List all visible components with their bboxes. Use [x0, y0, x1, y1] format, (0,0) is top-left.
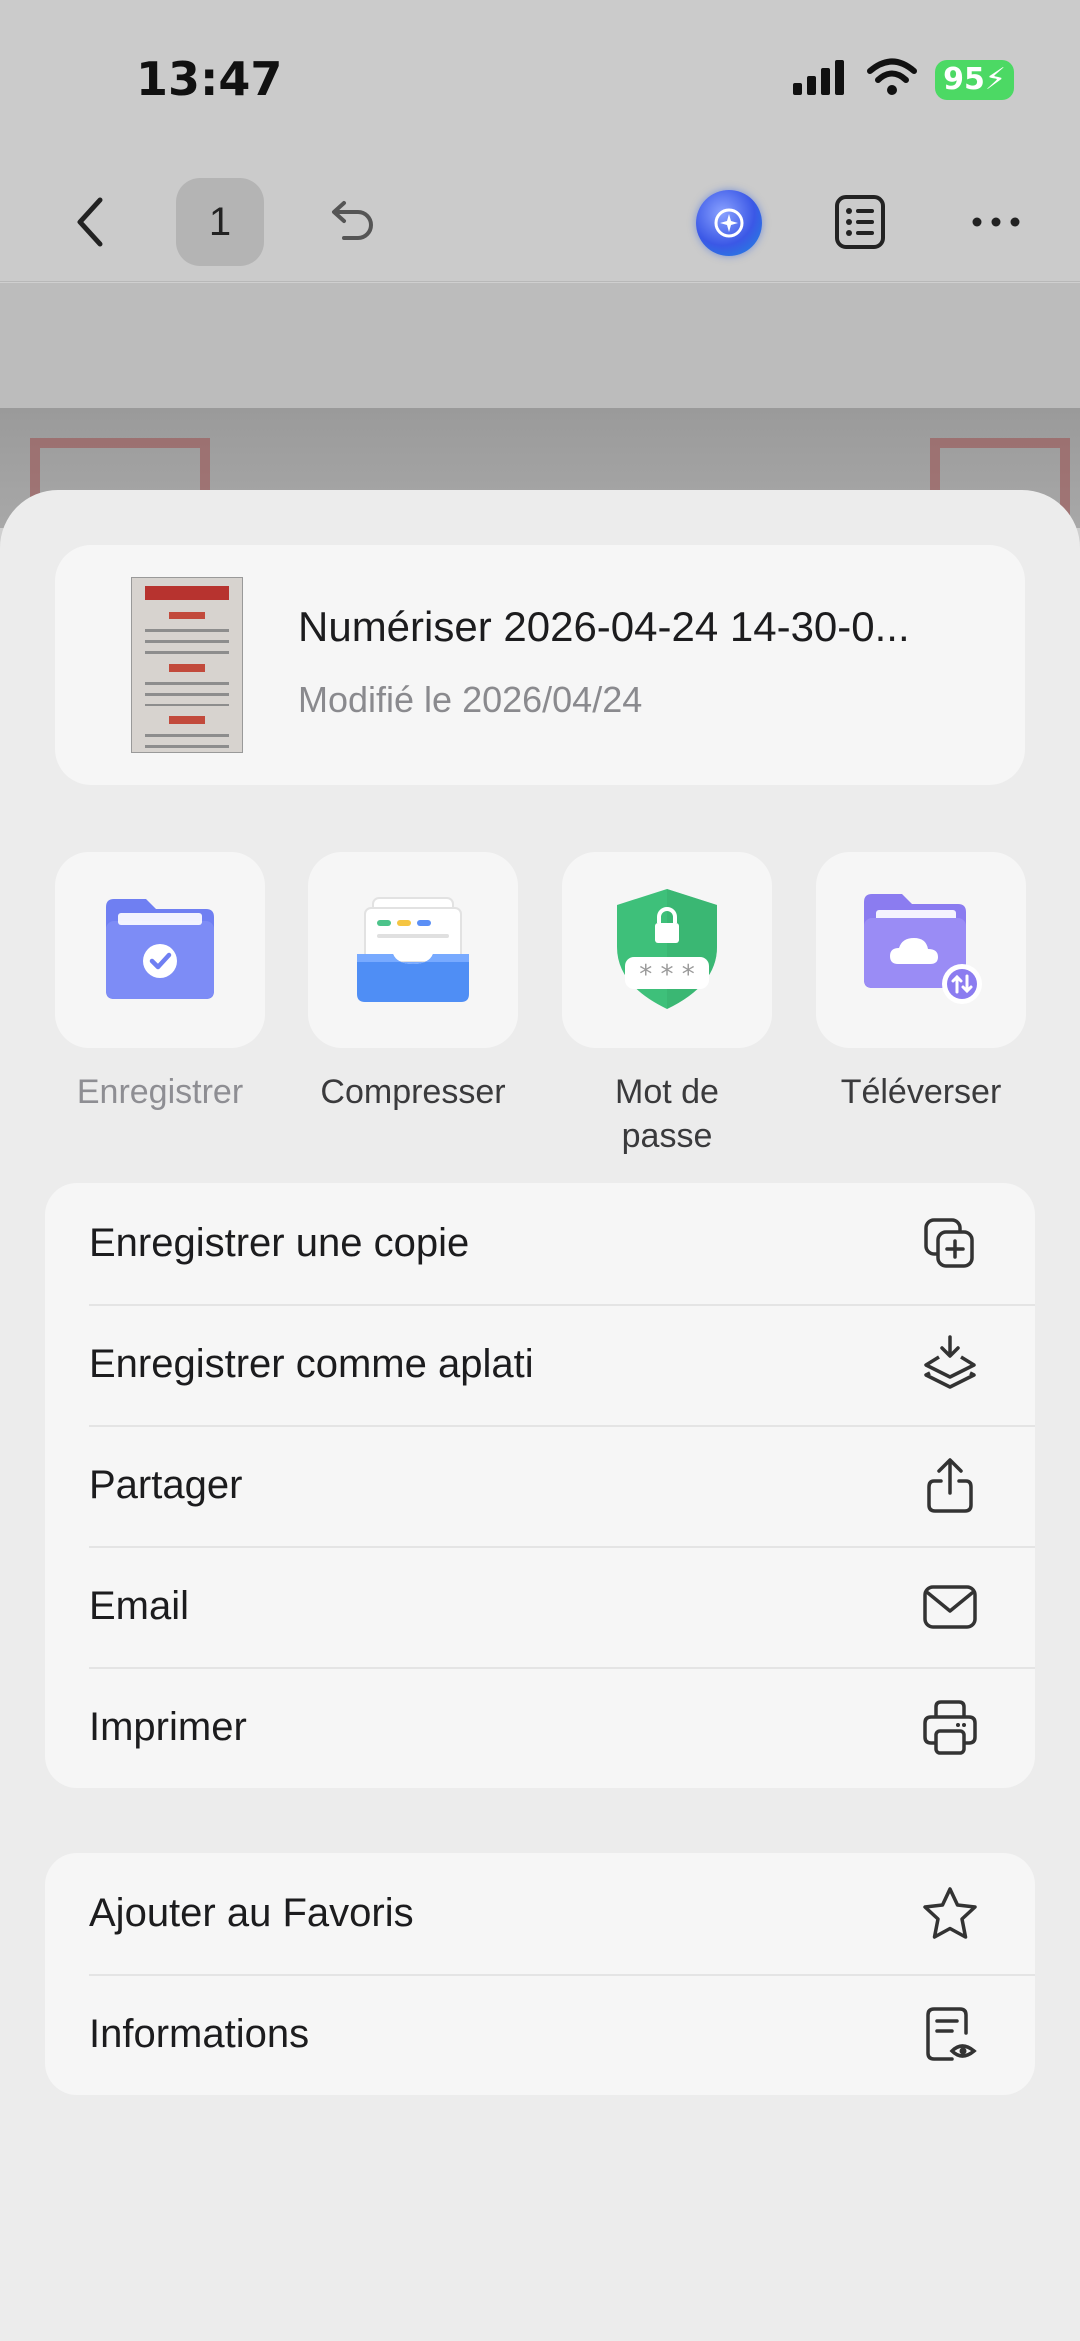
menu-item-label: Ajouter au Favoris [89, 1891, 414, 1935]
quick-action-save[interactable]: Enregistrer [55, 852, 265, 1114]
status-icons: 95⚡ [793, 58, 1014, 101]
share-icon [921, 1457, 979, 1515]
printer-icon [921, 1699, 979, 1757]
undo-icon [332, 201, 373, 240]
share-item[interactable]: Partager [45, 1425, 1035, 1546]
file-name: Numériser 2026-04-24 14-30-0... [298, 603, 910, 650]
quick-action-label: Mot de passe [615, 1073, 719, 1155]
shield-lock-icon: * * * [617, 889, 717, 1009]
document-background [0, 283, 1080, 413]
list-icon [835, 195, 885, 249]
more-button[interactable] [964, 190, 1028, 254]
quick-action-label: Enregistrer [76, 1073, 244, 1111]
chevron-left-icon [77, 197, 103, 247]
flatten-download-icon [921, 1335, 979, 1394]
tray-compress-icon [357, 897, 469, 1002]
menu-item-label: Enregistrer comme aplati [89, 1342, 534, 1386]
file-thumbnail [131, 577, 243, 753]
quick-action-label: Compresser [320, 1073, 506, 1111]
top-toolbar: 1 [0, 160, 1080, 282]
information-item[interactable]: Informations [45, 1974, 1035, 2095]
file-modified-date: Modifié le 2026/04/24 [298, 679, 643, 720]
email-item[interactable]: Email [45, 1546, 1035, 1667]
charging-icon: ⚡ [984, 61, 1006, 97]
wifi-icon [867, 58, 918, 101]
ai-assistant-button[interactable] [696, 190, 762, 256]
outline-button[interactable] [828, 190, 892, 254]
save-tile[interactable] [55, 852, 265, 1048]
print-item[interactable]: Imprimer [45, 1667, 1035, 1788]
star-icon [921, 1885, 979, 1943]
status-bar: 13:47 95⚡ [0, 0, 1080, 160]
page-number-button[interactable]: 1 [176, 178, 264, 266]
more-dots-icon [972, 217, 1020, 227]
menu-group-extras: Ajouter au Favoris Informations [45, 1853, 1035, 2095]
quick-action-label: Téléverser [840, 1073, 1002, 1111]
battery-indicator: 95⚡ [935, 59, 1014, 100]
quick-action-compress[interactable]: Compresser [308, 852, 518, 1114]
quick-action-password[interactable]: * * * Mot de passe [562, 852, 772, 1158]
quick-action-upload[interactable]: Téléverser [816, 852, 1026, 1114]
folder-check-icon [106, 899, 214, 999]
mail-icon [921, 1578, 979, 1636]
menu-group-file-actions: Enregistrer une copie Enregistrer comme … [45, 1183, 1035, 1788]
action-sheet: Numériser 2026-04-24 14-30-0... Modifié … [0, 490, 1080, 2341]
copy-plus-icon [921, 1215, 979, 1273]
menu-item-label: Email [89, 1584, 190, 1628]
save-copy-item[interactable]: Enregistrer une copie [45, 1183, 1035, 1304]
menu-item-label: Imprimer [89, 1705, 247, 1749]
back-button[interactable] [58, 190, 122, 254]
menu-item-label: Partager [89, 1463, 243, 1507]
ai-sparkle-icon [714, 208, 744, 238]
status-time: 13:47 [136, 52, 283, 106]
signal-icon [793, 59, 849, 100]
save-flattened-item[interactable]: Enregistrer comme aplati [45, 1304, 1035, 1425]
doc-info-icon [921, 2006, 979, 2064]
file-info-card: Numériser 2026-04-24 14-30-0... Modifié … [55, 545, 1025, 785]
add-favorite-item[interactable]: Ajouter au Favoris [45, 1853, 1035, 1974]
compress-tile[interactable] [308, 852, 518, 1048]
battery-level: 95 [943, 61, 985, 97]
undo-button[interactable] [318, 190, 384, 256]
password-tile[interactable]: * * * [562, 852, 772, 1048]
upload-tile[interactable] [816, 852, 1026, 1048]
svg-text:* * *: * * * [639, 960, 695, 990]
cloud-folder-icon [864, 894, 982, 1004]
menu-item-label: Informations [89, 2012, 310, 2056]
menu-item-label: Enregistrer une copie [89, 1221, 470, 1265]
